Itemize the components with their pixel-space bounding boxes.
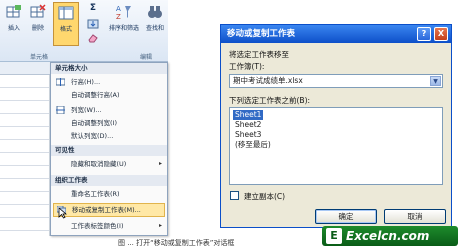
insert-label: 插入 <box>7 25 20 32</box>
workbook-dropdown[interactable]: 期中考试成绩单.xlsx ▼ <box>229 74 443 88</box>
menu-item-hide-unhide[interactable]: 隐藏和取消隐藏(U) ▸ <box>51 158 167 170</box>
delete-label: 删除 <box>31 25 44 32</box>
figure-caption: 图 ... 打开“移动或复制工作表”对话框 <box>118 239 235 247</box>
help-icon: ? <box>421 29 427 38</box>
menu-header-organize-sheets: 组织工作表 <box>51 175 167 186</box>
menu-item-autofit-row[interactable]: 自动调整行高(A) <box>51 89 167 101</box>
cancel-label: 取消 <box>407 212 423 221</box>
menu-item-autofit-column[interactable]: 自动调整列宽(I) <box>51 117 167 129</box>
before-sheet-label: 下列选定工作表之前(B): <box>229 96 311 105</box>
watermark-text: Excelcn.com <box>346 229 430 243</box>
svg-text:A: A <box>116 5 121 13</box>
menu-item-label: 工作表标签颜色(I) <box>71 222 124 230</box>
workbook-value: 期中考试成绩单.xlsx <box>233 76 303 85</box>
menu-item-label: 行高(H)... <box>71 78 101 86</box>
svg-text:Z: Z <box>116 13 121 20</box>
cancel-button[interactable]: 取消 <box>384 209 446 224</box>
insert-cells-icon <box>6 5 21 18</box>
menu-item-label: 隐藏和取消隐藏(U) <box>71 160 127 168</box>
menu-item-label: 默认列宽(D)... <box>71 132 114 140</box>
move-to-label: 将选定工作表移至 <box>229 50 289 59</box>
ok-label: 确定 <box>338 212 354 221</box>
delete-cells-icon <box>30 4 46 18</box>
fill-button[interactable] <box>86 19 100 31</box>
excel-logo-icon: E <box>326 228 342 244</box>
sigma-label: Σ <box>89 3 97 13</box>
binoculars-icon <box>148 6 162 18</box>
sort-filter-button[interactable]: A Z 排序和筛选 <box>108 4 140 44</box>
move-copy-dialog: 移动或复制工作表 ? X 将选定工作表移至 工作簿(T): 期中考试成绩单.xl… <box>220 24 452 228</box>
list-item-move-to-end[interactable]: (移至最后) <box>233 140 273 150</box>
menu-item-move-copy-sheet[interactable]: 移动或复制工作表(M)... <box>53 203 165 217</box>
format-button[interactable]: 格式 <box>53 2 79 46</box>
worksheet-grid[interactable] <box>0 62 50 236</box>
cells-group-label: 单元格 <box>30 54 49 61</box>
menu-item-label: 重命名工作表(R) <box>71 190 120 198</box>
create-copy-label[interactable]: 建立副本(C) <box>244 191 285 202</box>
list-item-sheet2[interactable]: Sheet2 <box>233 120 263 130</box>
editing-group-label: 编辑 <box>140 54 153 61</box>
menu-item-default-width[interactable]: 默认列宽(D)... <box>51 130 167 142</box>
menu-item-label: 自动调整行高(A) <box>71 91 120 99</box>
submenu-arrow-icon: ▸ <box>158 160 162 167</box>
find-select-label: 查找和 <box>145 25 164 32</box>
column-width-icon <box>56 106 65 114</box>
chevron-down-icon[interactable]: ▼ <box>430 76 441 86</box>
watermark-logo: E Excelcn.com <box>322 226 458 246</box>
workbook-label: 工作簿(T): <box>229 62 265 71</box>
close-button[interactable]: X <box>434 27 448 41</box>
list-item-sheet3[interactable]: Sheet3 <box>233 130 263 140</box>
mouse-cursor-icon <box>58 207 67 219</box>
format-label: 格式 <box>59 26 72 33</box>
find-select-button[interactable]: 查找和 <box>142 4 168 44</box>
menu-item-label: 列宽(W)... <box>71 106 102 114</box>
ribbon: 插入 删除 格式 Σ A Z 排序和筛选 查找和 单元格 编辑 <box>0 0 168 62</box>
list-item-sheet1[interactable]: Sheet1 <box>233 110 264 120</box>
menu-item-label: 移动或复制工作表(M)... <box>72 206 141 214</box>
delete-button[interactable]: 删除 <box>27 4 49 44</box>
clear-button[interactable] <box>86 33 100 45</box>
fill-icon <box>87 19 99 29</box>
menu-item-label: 自动调整列宽(I) <box>71 119 117 127</box>
menu-item-rename-sheet[interactable]: 重命名工作表(R) <box>51 188 167 200</box>
menu-header-cell-size: 单元格大小 <box>51 63 167 74</box>
menu-header-visibility: 可见性 <box>51 145 167 156</box>
create-copy-checkbox[interactable] <box>230 191 239 200</box>
ok-button[interactable]: 确定 <box>315 209 377 224</box>
menu-item-column-width[interactable]: 列宽(W)... <box>51 104 167 116</box>
excel-window: 插入 删除 格式 Σ A Z 排序和筛选 查找和 单元格 编辑 单元格大小 行高… <box>0 0 168 236</box>
autosum-button[interactable]: Σ <box>86 3 100 17</box>
eraser-icon <box>88 34 98 43</box>
row-height-icon <box>56 78 65 86</box>
format-cells-icon <box>58 6 74 20</box>
sort-filter-label: 排序和筛选 <box>108 25 139 32</box>
submenu-arrow-icon: ▸ <box>158 222 162 229</box>
sort-filter-icon: A Z <box>116 5 131 20</box>
menu-item-row-height[interactable]: 行高(H)... <box>51 76 167 88</box>
close-icon: X <box>437 29 445 38</box>
insert-button[interactable]: 插入 <box>3 4 25 44</box>
help-button[interactable]: ? <box>417 27 431 41</box>
dialog-title: 移动或复制工作表 <box>227 29 296 39</box>
sheet-listbox[interactable]: Sheet1 Sheet2 Sheet3 (移至最后) <box>229 107 443 185</box>
menu-item-tab-color[interactable]: 工作表标签颜色(I) ▸ <box>51 220 167 232</box>
format-dropdown-menu: 单元格大小 行高(H)... 自动调整行高(A) 列宽(W)... 自动调整列宽… <box>50 62 168 236</box>
column-header-strip <box>0 62 50 75</box>
